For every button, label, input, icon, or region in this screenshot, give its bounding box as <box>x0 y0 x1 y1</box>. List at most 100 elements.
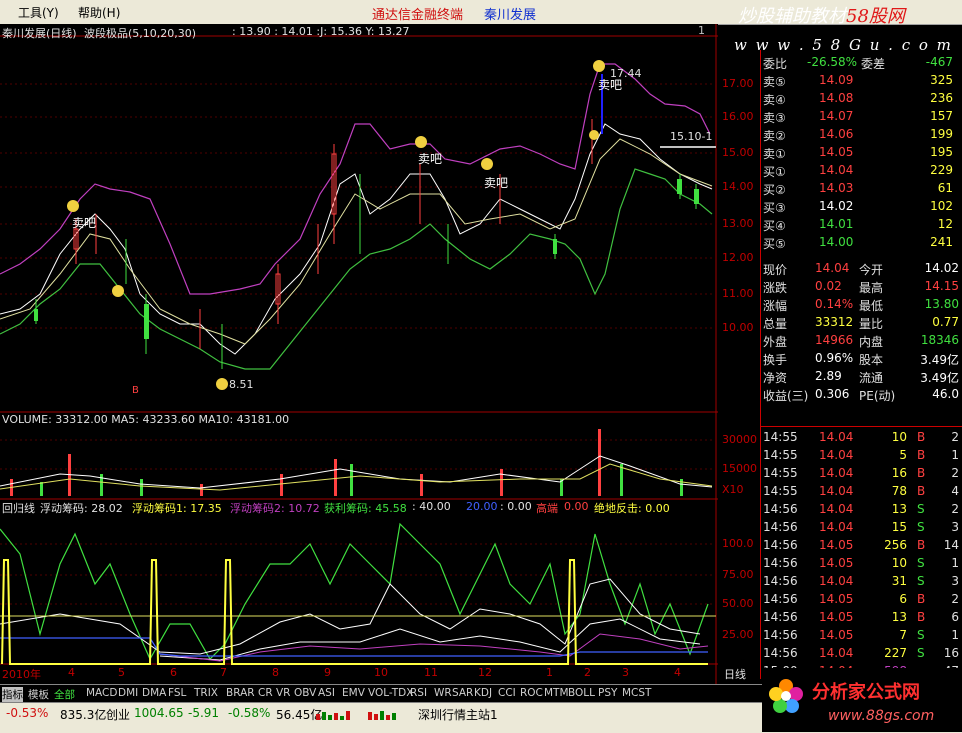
indicator-tab[interactable]: PSY <box>598 687 617 699</box>
indicator-tab[interactable]: 全部 <box>54 687 75 702</box>
ind-h6: : 40.00 <box>412 500 451 513</box>
app-title: 通达信金融终端 <box>372 8 464 23</box>
stat-label: 今开 <box>859 263 884 277</box>
menu-help[interactable]: 帮助(H) <box>78 4 120 21</box>
stat-label: 总量 <box>763 317 788 331</box>
trade-row: 14:56 14.05 256 B 14 <box>761 537 962 555</box>
indicator-tab[interactable]: SAR <box>452 687 473 699</box>
indicator-tab[interactable]: DMI <box>118 687 138 699</box>
site-logo: 分析家公式网 www.88gs.com <box>762 668 962 732</box>
trade-volume: 16 <box>891 466 907 480</box>
y-tick: 11.00 <box>722 287 754 300</box>
indicator-name: 波段极品(5,10,20,30) <box>84 27 197 40</box>
quote-panel: 委比 -26.58% 委差 -467 卖⑤ 14.09 325 卖④ 14.08 236 卖… <box>760 50 962 426</box>
indicator-tab[interactable]: CR <box>258 687 273 699</box>
period-label[interactable]: 日线 <box>724 666 746 682</box>
stat-value: 0.14% <box>815 297 854 311</box>
indicator-tab[interactable]: MTM <box>544 687 569 699</box>
indicator-tab[interactable]: MACD <box>86 687 117 699</box>
indicator-tab[interactable]: VOL-TDX <box>368 687 413 699</box>
indicator-tab[interactable]: OBV <box>294 687 316 699</box>
indicator-tab[interactable]: RSI <box>410 687 427 699</box>
ask-label: 卖⑤ <box>763 75 786 89</box>
volume-header: VOLUME: 33312.00 MA5: 43233.60 MA10: 431… <box>2 413 290 426</box>
stat-label: 现价 <box>763 263 788 277</box>
indicator-tab[interactable]: DMA <box>142 687 166 699</box>
bid-row[interactable]: 买① 14.04 229 <box>761 162 962 179</box>
date-month: 3 <box>622 666 629 679</box>
bid-row[interactable]: 买② 14.03 61 <box>761 180 962 197</box>
trade-row: 14:56 14.05 10 S 1 <box>761 555 962 573</box>
trade-time: 14:55 <box>763 484 798 498</box>
indicator-tab[interactable]: EMV <box>342 687 365 699</box>
bid-row[interactable]: 买⑤ 14.00 241 <box>761 234 962 251</box>
server-status[interactable]: 深圳行情主站1 <box>418 706 498 723</box>
trade-side: S <box>917 646 925 660</box>
bid-label: 买② <box>763 183 786 197</box>
trade-time: 14:56 <box>763 520 798 534</box>
trade-side: B <box>917 538 926 552</box>
indicator-tab[interactable]: CCI <box>498 687 516 699</box>
trade-side: B <box>917 466 926 480</box>
trade-side: S <box>917 520 925 534</box>
indicator-tab[interactable]: BRAR <box>226 687 255 699</box>
indicator-tab[interactable]: FSL <box>168 687 186 699</box>
indicator-tab[interactable]: VR <box>276 687 290 699</box>
ask-row[interactable]: 卖① 14.05 195 <box>761 144 962 161</box>
stat-label: 净资 <box>763 371 788 385</box>
trade-side: S <box>917 502 925 516</box>
ask-row[interactable]: 卖⑤ 14.09 325 <box>761 72 962 89</box>
indicator-tab[interactable]: BOLL <box>568 687 595 699</box>
ask-row[interactable]: 卖④ 14.08 236 <box>761 90 962 107</box>
indicator-tab[interactable]: MCST <box>622 687 651 699</box>
trade-time: 14:56 <box>763 556 798 570</box>
indicator-tab[interactable]: KDJ <box>474 687 492 699</box>
ask-price: 14.06 <box>819 127 854 141</box>
ask-volume: 195 <box>930 145 953 159</box>
indicator-tab[interactable]: WR <box>434 687 452 699</box>
ask-row[interactable]: 卖③ 14.07 157 <box>761 108 962 125</box>
date-month: 4 <box>68 666 75 679</box>
ask-label: 卖④ <box>763 93 786 107</box>
ind-h4: 浮动筹码2: 10.72 <box>230 502 320 515</box>
stock-title: 秦川发展 <box>484 8 537 23</box>
date-month: 2 <box>584 666 591 679</box>
date-month: 6 <box>170 666 177 679</box>
trade-side: B <box>917 592 926 606</box>
indicator-tab[interactable]: 模板 <box>28 687 49 702</box>
ask-label: 卖① <box>763 147 786 161</box>
trades-panel[interactable]: 14:55 14.04 10 B 2 14:55 14.04 5 B 1 14:55 14.04 16 B… <box>760 426 962 679</box>
trade-price: 14.05 <box>819 538 854 552</box>
ask-row[interactable]: 卖② 14.06 199 <box>761 126 962 143</box>
bid-label: 买① <box>763 165 786 179</box>
indicator-tab[interactable]: ASI <box>318 687 335 699</box>
buy-signal: B <box>132 385 139 396</box>
y-tick: 12.00 <box>722 251 754 264</box>
indicator-tab[interactable]: 指标 <box>2 687 23 702</box>
bid-row[interactable]: 买④ 14.01 12 <box>761 216 962 233</box>
current-price-label: 15.10-1 <box>670 130 713 143</box>
sh-change: -0.53% <box>6 706 49 720</box>
vol-tick: 15000 <box>722 462 757 475</box>
low-label: 8.51 <box>229 378 254 391</box>
trade-count: 3 <box>951 574 959 588</box>
trade-price: 14.04 <box>819 646 854 660</box>
menu-tools[interactable]: 工具(Y) <box>18 4 59 21</box>
chart-svg <box>0 24 718 688</box>
trade-row: 14:56 14.04 227 S 16 <box>761 645 962 663</box>
y-tick: 15.00 <box>722 146 754 159</box>
indicator-tab[interactable]: ROC <box>520 687 543 699</box>
stat-row: 收益(三) 0.306 PE(动) 46.0 <box>761 386 962 403</box>
trade-volume: 13 <box>891 502 907 516</box>
chart-area[interactable]: 秦川发展(日线) 波段极品(5,10,20,30) : 13.90 : 14.0… <box>0 24 757 688</box>
stat-label: 涨幅 <box>763 299 788 313</box>
indicator-tab[interactable]: TRIX <box>194 687 218 699</box>
date-month: 5 <box>118 666 125 679</box>
trade-row: 14:55 14.04 78 B 4 <box>761 483 962 501</box>
ask-price: 14.07 <box>819 109 854 123</box>
bid-row[interactable]: 买③ 14.02 102 <box>761 198 962 215</box>
stat-label: 收益(三) <box>763 389 809 403</box>
bid-price: 14.04 <box>819 163 854 177</box>
stat-value: 3.49亿 <box>920 371 959 385</box>
stat-value: 3.49亿 <box>920 353 959 367</box>
